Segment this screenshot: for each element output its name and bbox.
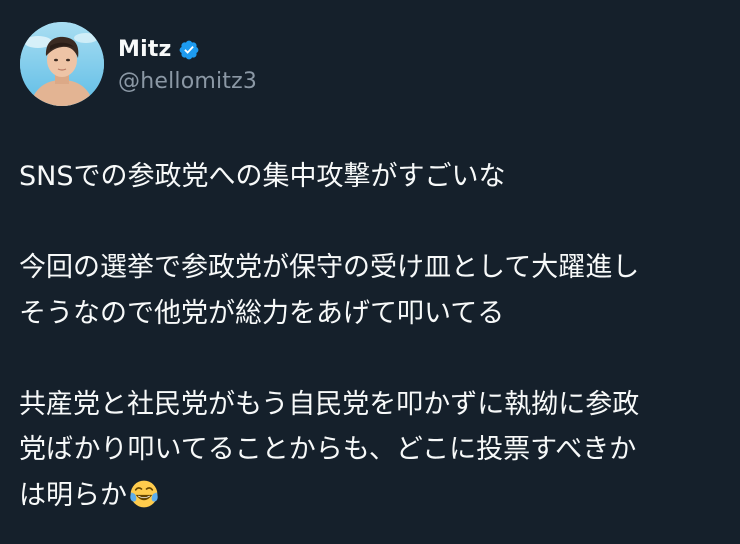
tweet-header: Mitz @hellomitz3 (20, 22, 257, 106)
user-info: Mitz @hellomitz3 (118, 35, 257, 94)
tweet-last-line: は明らか (19, 473, 729, 519)
verified-badge-icon (179, 40, 198, 59)
avatar-image (20, 22, 104, 106)
tweet-text: SNSでの参政党への集中攻撃がすごいな 今回の選挙で参政党が保守の受け皿として大… (19, 154, 729, 518)
display-name[interactable]: Mitz (118, 37, 172, 62)
user-handle[interactable]: @hellomitz3 (118, 69, 257, 94)
tweet-card: Mitz @hellomitz3 SNSでの参政党への集中攻撃がすごいな 今回の… (0, 0, 740, 544)
tweet-line: 今回の選挙で参政党が保守の受け皿として大躍進し (19, 252, 640, 283)
tweet-paragraph: 今回の選挙で参政党が保守の受け皿として大躍進し そうなので他党が総力をあげて叩い… (19, 245, 729, 336)
tweet-line: SNSでの参政党への集中攻撃がすごいな (19, 161, 506, 192)
tweet-line: そうなので他党が総力をあげて叩いてる (19, 297, 505, 329)
avatar[interactable] (20, 22, 104, 106)
tweet-paragraph: SNSでの参政党への集中攻撃がすごいな (19, 154, 729, 200)
tweet-line: 党ばかり叩いてることからも、どこに投票すべきか (19, 434, 637, 465)
tweet-line: は明らか (19, 479, 127, 511)
name-row: Mitz (118, 35, 257, 65)
tweet-line: 共産党と社民党がもう自民党を叩かずに執拗に参政 (19, 388, 640, 420)
tweet-paragraph: 共産党と社民党がもう自民党を叩かずに執拗に参政 党ばかり叩いてることからも、どこ… (19, 382, 729, 519)
face-with-tears-of-joy-icon (130, 480, 158, 507)
